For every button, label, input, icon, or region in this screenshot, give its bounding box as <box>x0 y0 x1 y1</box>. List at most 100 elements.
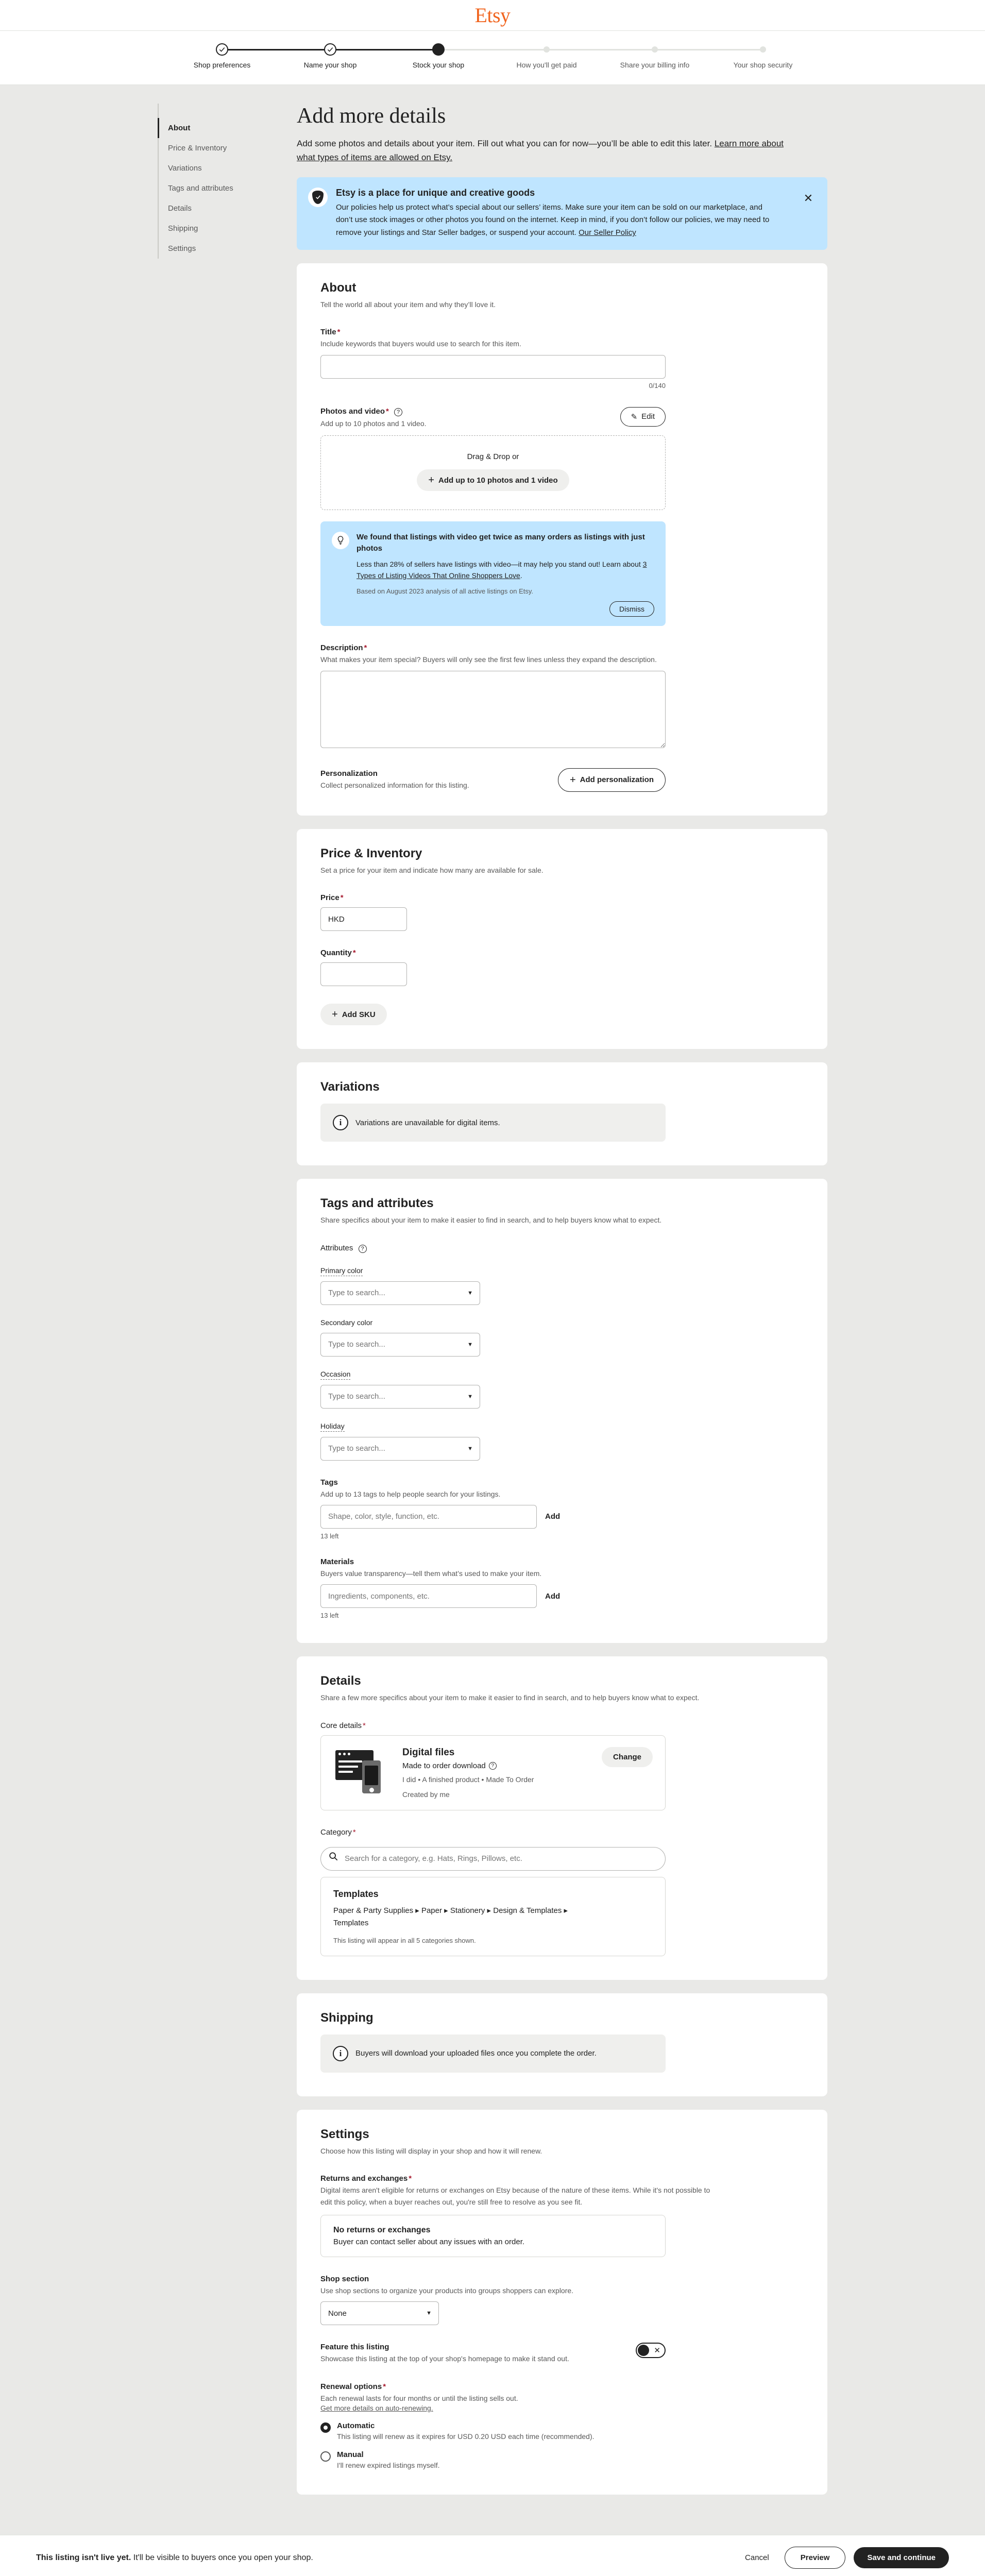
etsy-logo[interactable]: Etsy <box>474 3 511 27</box>
category-search-input[interactable] <box>320 1846 666 1871</box>
selected-category-box: Templates Paper & Party Supplies ▸ Paper… <box>320 1876 666 1956</box>
settings-title: Settings <box>320 2127 369 2141</box>
settings-card: Settings Choose how this listing will di… <box>297 2109 827 2495</box>
edit-photos-button[interactable]: ✎ Edit <box>620 406 666 427</box>
step-share-your-billing-info[interactable]: Share your billing info <box>601 43 763 69</box>
primary-color-input[interactable] <box>320 1281 480 1305</box>
help-circle-icon[interactable]: ? <box>394 408 403 416</box>
step-your-shop-security[interactable]: Your shop security <box>709 43 817 69</box>
required-asterisk: * <box>363 1721 366 1730</box>
about-card: About Tell the world all about your item… <box>297 263 827 816</box>
step-label: Stock your shop <box>412 61 465 69</box>
section-nav-sidebar: About Price & Inventory Variations Tags … <box>158 104 276 259</box>
price-input[interactable] <box>320 907 407 931</box>
returns-policy-sub: Buyer can contact seller about any issue… <box>333 2237 525 2246</box>
sidebar-item-tags-attributes[interactable]: Tags and attributes <box>159 178 276 198</box>
title-char-counter: 0/140 <box>649 381 666 389</box>
settings-subtitle: Choose how this listing will display in … <box>320 2146 542 2155</box>
returns-group: Returns and exchanges * Digital items are… <box>320 2174 804 2257</box>
price-inventory-subtitle: Set a price for your item and indicate h… <box>320 866 544 874</box>
video-tip-body-before: Less than 28% of sellers have listings w… <box>356 560 643 568</box>
lightbulb-icon <box>332 532 349 550</box>
quantity-input[interactable] <box>320 962 407 987</box>
renewal-option-automatic[interactable]: Automatic This listing will renew as it … <box>320 2421 804 2442</box>
sidebar-item-about[interactable]: About <box>158 118 276 138</box>
materials-help: Buyers value transparency—tell them what… <box>320 1569 542 1578</box>
close-icon[interactable]: ✕ <box>802 192 815 205</box>
sidebar-item-details[interactable]: Details <box>159 198 276 218</box>
step-label: How you'll get paid <box>516 61 577 69</box>
step-how-youll-get-paid[interactable]: How you'll get paid <box>492 43 655 69</box>
sidebar-item-price-inventory[interactable]: Price & Inventory <box>159 138 276 158</box>
add-tag-button[interactable]: Add <box>545 1512 560 1521</box>
tags-input[interactable] <box>320 1504 537 1529</box>
core-details-group: Core details * Digital files Made to ord… <box>320 1721 804 1810</box>
required-asterisk: * <box>337 328 341 337</box>
variations-card: Variations i Variations are unavailable … <box>297 1062 827 1166</box>
edit-photos-label: Edit <box>641 412 655 421</box>
help-circle-icon[interactable]: ? <box>488 1761 497 1770</box>
step-stock-your-shop[interactable]: Stock your shop <box>384 43 547 69</box>
renewal-option-manual[interactable]: Manual I'll renew expired listings mysel… <box>320 2450 804 2471</box>
add-sku-label: Add SKU <box>342 1010 376 1019</box>
attribute-holiday: Holiday ▼ <box>320 1422 804 1461</box>
plus-icon: + <box>428 474 434 486</box>
renewal-manual-title: Manual <box>337 2450 364 2460</box>
save-and-continue-button[interactable]: Save and continue <box>854 2547 949 2569</box>
title-label-text: Title <box>320 328 336 337</box>
core-item-title: Digital files <box>402 1747 455 1758</box>
change-core-details-button[interactable]: Change <box>601 1747 653 1767</box>
shipping-card: Shipping i Buyers will download your upl… <box>297 1993 827 2096</box>
holiday-input[interactable] <box>320 1436 480 1461</box>
add-sku-button[interactable]: + Add SKU <box>320 1004 387 1026</box>
personalization-help: Collect personalized information for thi… <box>320 781 469 789</box>
shop-section-label: Shop section <box>320 2274 369 2283</box>
variations-title: Variations <box>320 1080 380 1094</box>
footer-note-rest: It'll be visible to buyers once you open… <box>131 2553 313 2562</box>
radio-unselected-icon <box>320 2451 331 2462</box>
attributes-group: Attributes ? Primary color ▼ Secondary c… <box>320 1244 804 1461</box>
description-textarea[interactable] <box>320 670 666 748</box>
cancel-button[interactable]: Cancel <box>738 2548 776 2567</box>
core-details-box: Digital files Made to order download ? I… <box>320 1735 666 1810</box>
description-field-group: Description * What makes your item specia… <box>320 643 804 750</box>
auto-renew-details-link[interactable]: Get more details on auto-renewing. <box>320 2404 433 2412</box>
materials-input[interactable] <box>320 1584 537 1608</box>
add-material-button[interactable]: Add <box>545 1592 560 1601</box>
dismiss-video-tip-button[interactable]: Dismiss <box>609 601 654 617</box>
sidebar-item-settings[interactable]: Settings <box>159 239 276 259</box>
search-icon <box>329 1852 338 1861</box>
step-name-your-shop[interactable]: Name your shop <box>276 43 438 69</box>
returns-help: Digital items aren't eligible for return… <box>320 2186 710 2206</box>
feature-listing-toggle[interactable]: ✕ <box>636 2343 666 2359</box>
pencil-icon: ✎ <box>631 412 638 421</box>
shipping-info-text: Buyers will download your uploaded files… <box>355 2049 597 2058</box>
shop-section-select[interactable] <box>320 2301 439 2326</box>
description-help: What makes your item special? Buyers wil… <box>320 655 657 664</box>
toggle-off-icon: ✕ <box>654 2346 660 2355</box>
required-asterisk: * <box>364 643 367 653</box>
occasion-input[interactable] <box>320 1384 480 1409</box>
core-item-mode: Made to order download ? <box>402 1761 590 1770</box>
shop-section-help: Use shop sections to organize your produ… <box>320 2286 574 2295</box>
renewal-label-text: Renewal options <box>320 2382 382 2391</box>
photos-field-group: Photos and video * ? Add up to 10 photos … <box>320 406 804 626</box>
feature-listing-label: Feature this listing <box>320 2343 389 2352</box>
drag-drop-text: Drag & Drop or <box>467 452 519 462</box>
holiday-label: Holiday <box>320 1422 345 1432</box>
sidebar-item-shipping[interactable]: Shipping <box>159 218 276 239</box>
feature-listing-help: Showcase this listing at the top of your… <box>320 2354 569 2363</box>
help-circle-icon[interactable]: ? <box>358 1244 367 1253</box>
step-shop-preferences[interactable]: Shop preferences <box>168 43 330 69</box>
details-subtitle: Share a few more specifics about your it… <box>320 1693 700 1702</box>
secondary-color-input[interactable] <box>320 1332 480 1357</box>
sidebar-item-variations[interactable]: Variations <box>159 158 276 178</box>
seller-policy-link[interactable]: Our Seller Policy <box>579 228 636 237</box>
required-asterisk: * <box>386 406 389 416</box>
add-photos-button[interactable]: + Add up to 10 photos and 1 video <box>417 469 569 492</box>
add-personalization-button[interactable]: + Add personalization <box>557 768 666 792</box>
info-icon: i <box>333 2045 348 2061</box>
title-input[interactable] <box>320 354 666 379</box>
preview-button[interactable]: Preview <box>784 2547 846 2569</box>
photo-dropzone[interactable]: Drag & Drop or + Add up to 10 photos and… <box>320 435 666 511</box>
